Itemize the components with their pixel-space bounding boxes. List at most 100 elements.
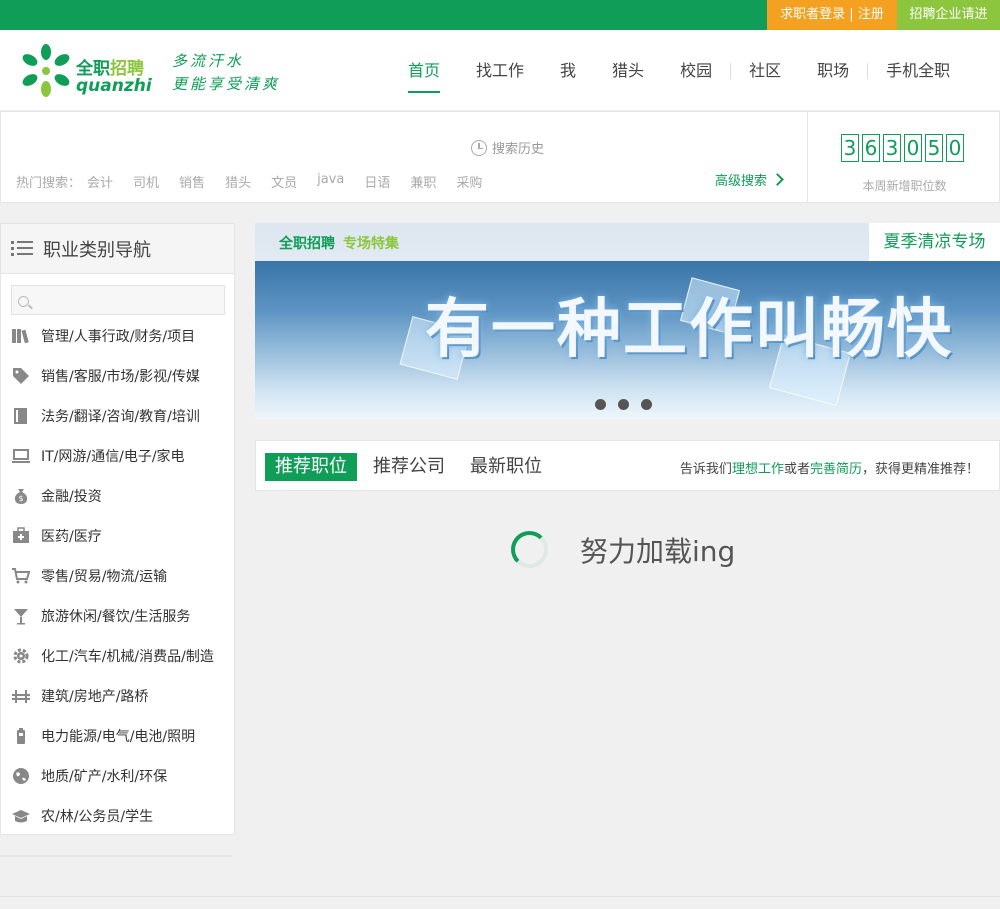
svg-text:$: $: [19, 494, 24, 503]
promo-banner[interactable]: 全职招聘 专场特集 夏季清凉专场 有一种工作叫畅快: [255, 223, 1000, 419]
books-icon: [11, 326, 31, 346]
main-nav: 首页 找工作 我 猎头 校园 社区 职场 手机全职: [390, 58, 968, 93]
bridge-icon: [11, 686, 31, 706]
loading-text: 努力加载ing: [580, 535, 736, 568]
login-link[interactable]: 求职者登录: [780, 7, 845, 22]
medkit-icon: [11, 526, 31, 546]
category-item[interactable]: 地质/矿产/水利/环保: [1, 756, 234, 796]
hot-keyword[interactable]: 司机: [133, 172, 159, 191]
tab-recommended-companies[interactable]: 推荐公司: [363, 453, 455, 481]
site-logo[interactable]: 全职招聘 quanzhi: [18, 44, 158, 98]
gear-icon: [11, 646, 31, 666]
category-item[interactable]: 电力能源/电气/电池/照明: [1, 716, 234, 756]
counter-digit: 6: [862, 134, 880, 162]
nav-find-job[interactable]: 找工作: [458, 58, 542, 88]
site-header: 全职招聘 quanzhi 多流汗水 更能享受清爽 首页 找工作 我 猎头 校园 …: [0, 30, 1000, 110]
carousel-dot[interactable]: [595, 399, 606, 410]
counter-digit: 3: [883, 134, 901, 162]
category-search-input[interactable]: [11, 285, 225, 315]
login-separator: |: [849, 7, 854, 22]
carousel-dot[interactable]: [618, 399, 629, 410]
footer-divider: [0, 896, 1000, 897]
nav-mobile[interactable]: 手机全职: [868, 58, 968, 88]
hot-keyword[interactable]: 销售: [179, 172, 205, 191]
loading-spinner-icon: [511, 531, 548, 568]
computer-icon: [11, 446, 31, 466]
category-sidebar: 职业类别导航 管理/人事行政/财务/项目 销售/客服/市场/影视/传媒 法务/翻…: [0, 223, 235, 835]
list-icon: [11, 240, 33, 257]
advanced-search-label: 高级搜索: [715, 174, 768, 189]
slogan: 多流汗水 更能享受清爽: [172, 50, 280, 96]
recommend-tabs: 推荐职位 推荐公司 最新职位 告诉我们理想工作或者完善简历，获得更精准推荐！: [255, 440, 1000, 491]
recommend-tip: 告诉我们理想工作或者完善简历，获得更精准推荐！: [679, 462, 979, 477]
sidebar-bottom-divider: [0, 855, 233, 857]
category-item[interactable]: 零售/贸易/物流/运输: [1, 556, 234, 596]
slogan-line-2: 更能享受清爽: [172, 75, 281, 93]
nav-home[interactable]: 首页: [390, 58, 458, 93]
category-item[interactable]: 销售/客服/市场/影视/传媒: [1, 356, 234, 396]
category-item[interactable]: IT/网游/通信/电子/家电: [1, 436, 234, 476]
nav-me[interactable]: 我: [542, 58, 594, 88]
banner-topic-label: 夏季清凉专场: [869, 223, 1000, 261]
search-history-link[interactable]: 搜索历史: [471, 138, 544, 157]
battery-icon: [11, 726, 31, 746]
category-item[interactable]: 建筑/房地产/路桥: [1, 676, 234, 716]
nav-community[interactable]: 社区: [731, 58, 799, 88]
nav-headhunter[interactable]: 猎头: [594, 58, 662, 88]
carousel-dots: [595, 399, 652, 410]
clock-icon: [471, 139, 487, 156]
nav-workplace[interactable]: 职场: [799, 58, 867, 88]
counter-label: 本周新增职位数: [862, 179, 947, 193]
hot-keyword[interactable]: 猎头: [225, 172, 251, 191]
ideal-job-link[interactable]: 理想工作: [732, 462, 784, 477]
tab-recommended-jobs[interactable]: 推荐职位: [265, 453, 357, 481]
search-area: 搜索历史 热门搜索： 会计 司机 销售 猎头 文员 java 日语 兼职 采购 …: [0, 111, 1000, 203]
hot-keyword[interactable]: 会计: [87, 172, 113, 191]
hot-search-label: 热门搜索：: [16, 176, 82, 191]
jobseeker-login-area: 求职者登录 | 注册: [767, 0, 897, 30]
category-item[interactable]: $ 金融/投资: [1, 476, 234, 516]
hot-searches: 热门搜索： 会计 司机 销售 猎头 文员 java 日语 兼职 采购: [16, 172, 502, 191]
tab-latest-jobs[interactable]: 最新职位: [460, 453, 552, 481]
category-item[interactable]: 化工/汽车/机械/消费品/制造: [1, 636, 234, 676]
nav-campus[interactable]: 校园: [662, 58, 730, 88]
counter-digit: 0: [946, 134, 964, 162]
hot-keyword[interactable]: 日语: [364, 172, 390, 191]
search-icon: [18, 296, 29, 307]
tag-icon: [11, 366, 31, 386]
category-item[interactable]: 农/林/公务员/学生: [1, 796, 234, 836]
category-item[interactable]: 医药/医疗: [1, 516, 234, 556]
category-item[interactable]: 旅游休闲/餐饮/生活服务: [1, 596, 234, 636]
hot-keyword[interactable]: 采购: [456, 172, 482, 191]
hot-keyword[interactable]: 兼职: [410, 172, 436, 191]
employer-entry-link[interactable]: 招聘企业请进: [897, 0, 1000, 30]
counter-digit: 5: [925, 134, 943, 162]
counter-digit: 0: [904, 134, 922, 162]
search-history-label: 搜索历史: [492, 142, 545, 157]
logo-sunflower-icon: [22, 44, 70, 97]
globe-icon: [11, 766, 31, 786]
carousel-dot[interactable]: [641, 399, 652, 410]
register-link[interactable]: 注册: [858, 7, 884, 22]
sidebar-title: 职业类别导航: [43, 239, 151, 261]
category-item[interactable]: 管理/人事行政/财务/项目: [1, 316, 234, 356]
graduation-cap-icon: [11, 806, 31, 826]
book-icon: [11, 406, 31, 426]
top-bar: 求职者登录 | 注册 招聘企业请进: [0, 0, 1000, 30]
banner-logo: 全职招聘 专场特集: [279, 236, 399, 252]
cart-icon: [11, 566, 31, 586]
hot-keyword[interactable]: 文员: [271, 172, 297, 191]
hot-keyword[interactable]: java: [317, 172, 344, 191]
logo-en-text: quanzhi: [76, 76, 152, 96]
complete-resume-link[interactable]: 完善简历: [810, 462, 862, 477]
advanced-search-link[interactable]: 高级搜索: [715, 170, 784, 189]
category-item[interactable]: 法务/翻译/咨询/教育/培训: [1, 396, 234, 436]
money-bag-icon: $: [11, 486, 31, 506]
counter-digits: 3 6 3 0 5 0: [841, 134, 964, 162]
chevron-right-icon: [771, 173, 784, 186]
banner-headline: 有一种工作叫畅快: [425, 293, 953, 367]
category-list: 管理/人事行政/财务/项目 销售/客服/市场/影视/传媒 法务/翻译/咨询/教育…: [1, 316, 234, 836]
sidebar-header: 职业类别导航: [1, 224, 234, 274]
counter-digit: 3: [841, 134, 859, 162]
cocktail-icon: [11, 606, 31, 626]
